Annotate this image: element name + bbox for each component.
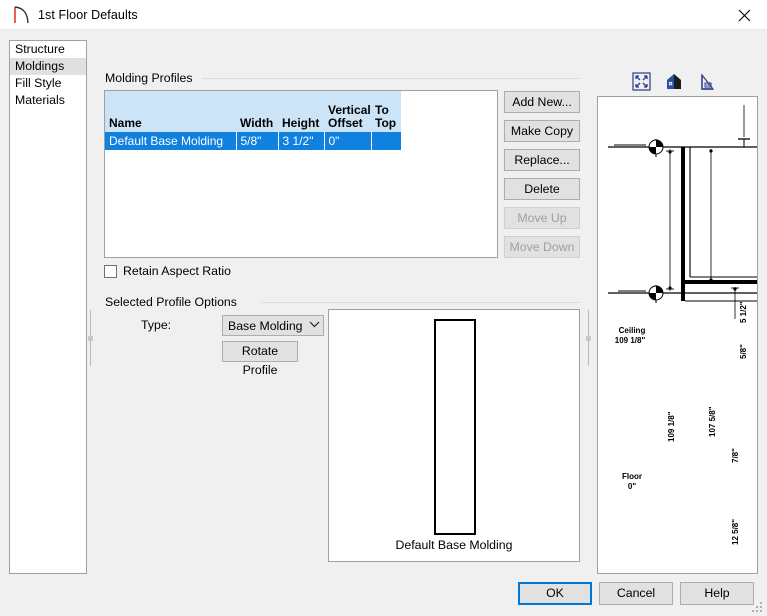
replace-button[interactable]: Replace... (504, 149, 580, 171)
selected-profile-options-group: Selected Profile Options (104, 295, 580, 309)
dim-7-8: 7/8" (731, 448, 740, 463)
group-divider (202, 78, 580, 79)
ceiling-level-value: 109 1/8" (614, 336, 646, 345)
resize-grip-icon[interactable] (752, 602, 764, 614)
dim-5-1-2: 5 1/2" (739, 301, 748, 323)
column-header-name[interactable]: Name (105, 91, 236, 132)
splitter-grip (585, 335, 591, 341)
move-down-button: Move Down (504, 236, 580, 258)
column-header-vertical-offset[interactable]: Vertical Offset (324, 91, 371, 132)
left-splitter-handle[interactable] (85, 310, 95, 366)
sidebar-item-label: Fill Style (15, 76, 62, 90)
make-copy-button[interactable]: Make Copy (504, 120, 580, 142)
cell-to-top[interactable] (371, 132, 401, 150)
wall-section-drawing (608, 105, 757, 319)
profile-shape (434, 319, 476, 535)
floor-defaults-dialog: 1st Floor Defaults Structure Moldings Fi… (0, 0, 767, 616)
toggle-3d-button[interactable] (663, 70, 685, 92)
molding-profiles-group-label: Molding Profiles (104, 71, 197, 85)
retain-aspect-ratio-label: Retain Aspect Ratio (123, 264, 231, 278)
column-header-to-top[interactable]: To Top (371, 91, 401, 132)
cell-height[interactable]: 3 1/2" (278, 132, 325, 150)
delete-button[interactable]: Delete (504, 178, 580, 200)
column-header-width[interactable]: Width (236, 91, 278, 132)
type-label: Type: (141, 318, 172, 332)
chevron-down-icon (305, 321, 323, 331)
help-button[interactable]: Help (680, 582, 754, 605)
molding-profiles-table[interactable]: Name Width Height Vertical Offset To Top… (104, 90, 498, 258)
dialog-footer: OK Cancel Help (0, 572, 767, 616)
cell-name[interactable]: Default Base Molding (105, 132, 237, 150)
molding-profiles-group: Molding Profiles (104, 71, 580, 85)
column-header-height[interactable]: Height (278, 91, 324, 132)
sidebar-item-fill-style[interactable]: Fill Style (10, 75, 86, 92)
dim-5-8: 5/8" (739, 344, 748, 359)
selected-profile-options-group-label: Selected Profile Options (104, 295, 241, 309)
sidebar-item-materials[interactable]: Materials (10, 92, 86, 109)
cell-width[interactable]: 5/8" (236, 132, 279, 150)
dim-107-5-8: 107 5/8" (708, 406, 717, 437)
sidebar-item-moldings[interactable]: Moldings (10, 58, 86, 75)
show-dimensions-button[interactable] (696, 70, 718, 92)
profile-preview-caption: Default Base Molding (395, 538, 513, 552)
table: Name Width Height Vertical Offset To Top… (105, 91, 401, 150)
table-row[interactable]: Default Base Molding 5/8" 3 1/2" 0" (105, 132, 401, 150)
sidebar-item-label: Moldings (15, 59, 65, 73)
page-title: 1st Floor Defaults (38, 7, 138, 22)
house-3d-icon (666, 73, 681, 89)
dialog-body: Structure Moldings Fill Style Materials … (0, 30, 767, 616)
group-divider (261, 302, 580, 303)
cell-vertical-offset[interactable]: 0" (324, 132, 372, 150)
title-bar: 1st Floor Defaults (0, 0, 767, 30)
close-glyph (738, 9, 751, 21)
retain-aspect-ratio-checkbox[interactable] (104, 264, 117, 278)
floor-level-value: 0" (627, 482, 637, 491)
close-icon[interactable] (722, 0, 767, 30)
ok-button[interactable]: OK (518, 582, 592, 605)
move-up-button: Move Up (504, 207, 580, 229)
cancel-button[interactable]: Cancel (599, 582, 673, 605)
ceiling-level-name: Ceiling (618, 326, 646, 335)
type-select[interactable]: Base Molding (222, 315, 324, 336)
right-splitter-handle[interactable] (583, 310, 593, 366)
arc-logo-icon (6, 0, 36, 30)
dim-109-1-8: 109 1/8" (667, 411, 676, 442)
category-list[interactable]: Structure Moldings Fill Style Materials (9, 40, 87, 574)
table-header-row: Name Width Height Vertical Offset To Top (105, 91, 401, 132)
profile-preview[interactable]: Default Base Molding (328, 309, 580, 562)
sidebar-item-label: Materials (15, 93, 65, 107)
sidebar-item-label: Structure (15, 42, 65, 56)
floor-level-name: Floor (622, 472, 642, 481)
add-new-button[interactable]: Add New... (504, 91, 580, 113)
splitter-grip (87, 335, 93, 341)
retain-aspect-ratio-row[interactable]: Retain Aspect Ratio (104, 264, 231, 278)
fill-window-button[interactable] (630, 70, 652, 92)
type-select-value: Base Molding (228, 318, 303, 333)
dim-12-5-8: 12 5/8" (731, 518, 740, 545)
wall-section-preview[interactable]: Ceiling 109 1/8" Floor 0" 5 1/2" 5/8" 10… (597, 96, 758, 574)
sidebar-item-structure[interactable]: Structure (10, 41, 86, 58)
preview-toolbar (630, 70, 718, 92)
rotate-profile-button[interactable]: Rotate Profile (222, 341, 298, 377)
dimension-ruler-icon (700, 72, 714, 90)
fill-window-icon (631, 71, 651, 91)
